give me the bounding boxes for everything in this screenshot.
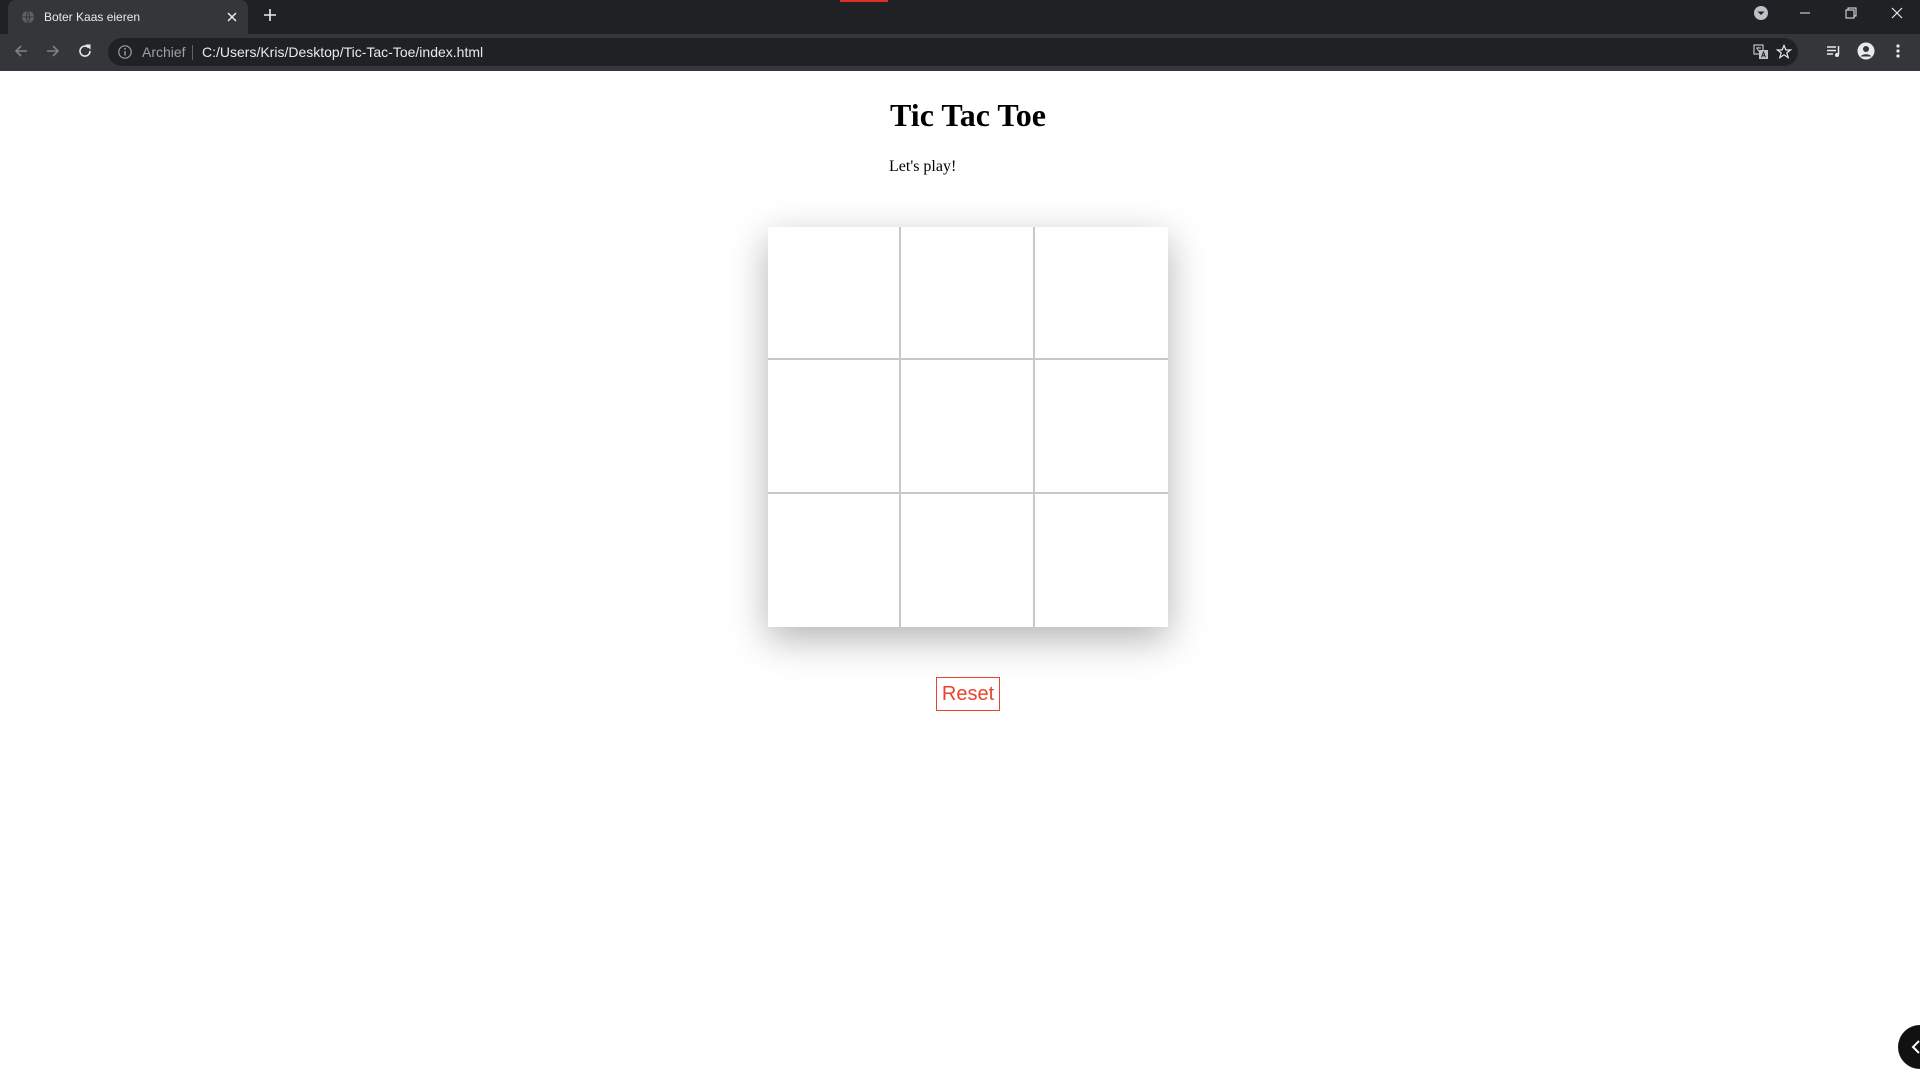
forward-button[interactable] bbox=[39, 39, 67, 67]
back-arrow-icon bbox=[13, 43, 29, 64]
board-cell[interactable] bbox=[901, 227, 1035, 361]
board-cell[interactable] bbox=[768, 360, 902, 494]
menu-dots-icon bbox=[1896, 43, 1900, 64]
reload-button[interactable] bbox=[71, 39, 99, 67]
translate-icon[interactable] bbox=[1752, 43, 1770, 61]
profile-button[interactable] bbox=[1852, 39, 1880, 67]
new-tab-button[interactable] bbox=[258, 5, 282, 29]
recording-indicator bbox=[840, 0, 888, 2]
board-cell[interactable] bbox=[768, 493, 902, 627]
reload-icon bbox=[77, 43, 93, 64]
reset-button[interactable]: Reset bbox=[936, 677, 1000, 711]
bookmark-star-icon[interactable] bbox=[1775, 43, 1793, 61]
media-queue-button[interactable] bbox=[1820, 39, 1848, 67]
board-cell[interactable] bbox=[1034, 227, 1168, 361]
plus-icon bbox=[263, 8, 277, 27]
browser-tab[interactable]: Boter Kaas eieren bbox=[8, 0, 248, 34]
address-url[interactable]: C:/Users/Kris/Desktop/Tic-Tac-Toe/index.… bbox=[202, 44, 483, 60]
browser-tabstrip: Boter Kaas eieren bbox=[0, 0, 1920, 34]
minimize-icon bbox=[1799, 6, 1811, 24]
board-cell[interactable] bbox=[1034, 360, 1168, 494]
window-close-button[interactable] bbox=[1874, 0, 1920, 30]
minimize-button[interactable] bbox=[1782, 0, 1828, 30]
game-board bbox=[768, 227, 1168, 627]
tab-search-icon bbox=[1753, 5, 1769, 26]
address-scheme-label: Archief bbox=[142, 44, 186, 60]
back-button[interactable] bbox=[7, 39, 35, 67]
restore-icon bbox=[1845, 6, 1857, 24]
board-cell[interactable] bbox=[1034, 493, 1168, 627]
browser-toolbar: Archief C:/Users/Kris/Desktop/Tic-Tac-To… bbox=[0, 34, 1920, 71]
board-cell[interactable] bbox=[901, 360, 1035, 494]
board-cell[interactable] bbox=[901, 493, 1035, 627]
info-icon[interactable] bbox=[117, 44, 133, 60]
board-cell[interactable] bbox=[768, 227, 902, 361]
tab-title: Boter Kaas eieren bbox=[44, 10, 141, 24]
page-title: Tic Tac Toe bbox=[890, 97, 1046, 133]
browser-menu-button[interactable] bbox=[1884, 39, 1912, 67]
forward-arrow-icon bbox=[45, 43, 61, 64]
address-divider bbox=[192, 45, 193, 60]
status-message: Let's play! bbox=[889, 158, 957, 175]
tab-search-button[interactable] bbox=[1738, 0, 1784, 30]
close-icon[interactable] bbox=[222, 7, 242, 27]
address-bar[interactable]: Archief C:/Users/Kris/Desktop/Tic-Tac-To… bbox=[108, 38, 1798, 66]
page-content: Tic Tac Toe Let's play! Reset bbox=[0, 71, 1920, 1069]
close-icon bbox=[1891, 6, 1903, 24]
restore-button[interactable] bbox=[1828, 0, 1874, 30]
media-queue-icon bbox=[1826, 43, 1842, 64]
extension-toggle-button[interactable] bbox=[1898, 1025, 1920, 1069]
profile-icon bbox=[1857, 42, 1875, 65]
globe-icon bbox=[21, 10, 35, 24]
